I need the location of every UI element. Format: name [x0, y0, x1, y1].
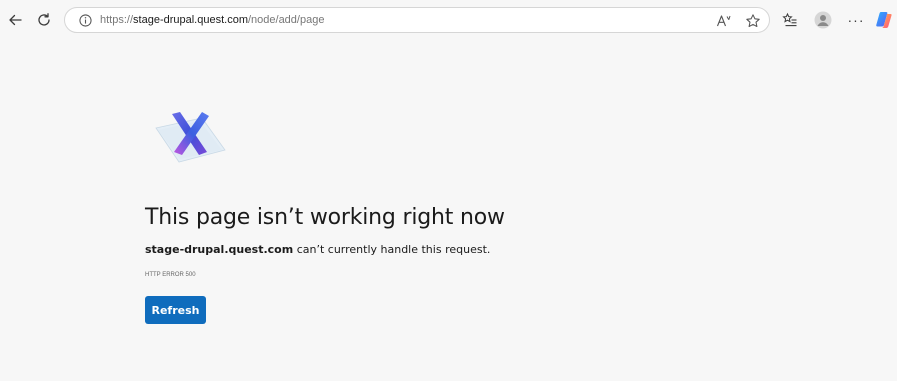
- error-title: This page isn’t working right now: [145, 205, 505, 230]
- browser-toolbar: https://stage-drupal.quest.com/node/add/…: [0, 0, 897, 40]
- error-code: HTTP ERROR 500: [145, 272, 196, 278]
- refresh-button[interactable]: Refresh: [145, 296, 206, 324]
- star-icon[interactable]: [744, 12, 762, 30]
- info-icon[interactable]: [78, 13, 92, 27]
- more-label: ···: [847, 12, 865, 28]
- back-arrow-icon: [9, 14, 22, 26]
- profile-avatar-icon[interactable]: [812, 9, 834, 31]
- url-scheme: https://: [100, 14, 134, 26]
- copilot-icon[interactable]: [873, 9, 895, 31]
- collections-icon[interactable]: [779, 9, 801, 31]
- back-button[interactable]: [3, 8, 27, 32]
- address-bar[interactable]: https://stage-drupal.quest.com/node/add/…: [64, 7, 770, 33]
- url-host: stage-drupal.quest.com: [133, 14, 248, 26]
- reload-button[interactable]: [32, 8, 56, 32]
- error-description: stage-drupal.quest.com can’t currently h…: [145, 243, 490, 256]
- error-host: stage-drupal.quest.com: [145, 243, 294, 256]
- read-aloud-icon[interactable]: [715, 12, 733, 30]
- more-icon[interactable]: ···: [845, 9, 867, 31]
- error-message: can’t currently handle this request.: [293, 243, 491, 256]
- error-x-illustration-icon: [155, 112, 226, 163]
- reload-icon: [38, 13, 50, 26]
- url-text[interactable]: https://stage-drupal.quest.com/node/add/…: [100, 14, 324, 26]
- url-path: /node/add/page: [247, 14, 325, 26]
